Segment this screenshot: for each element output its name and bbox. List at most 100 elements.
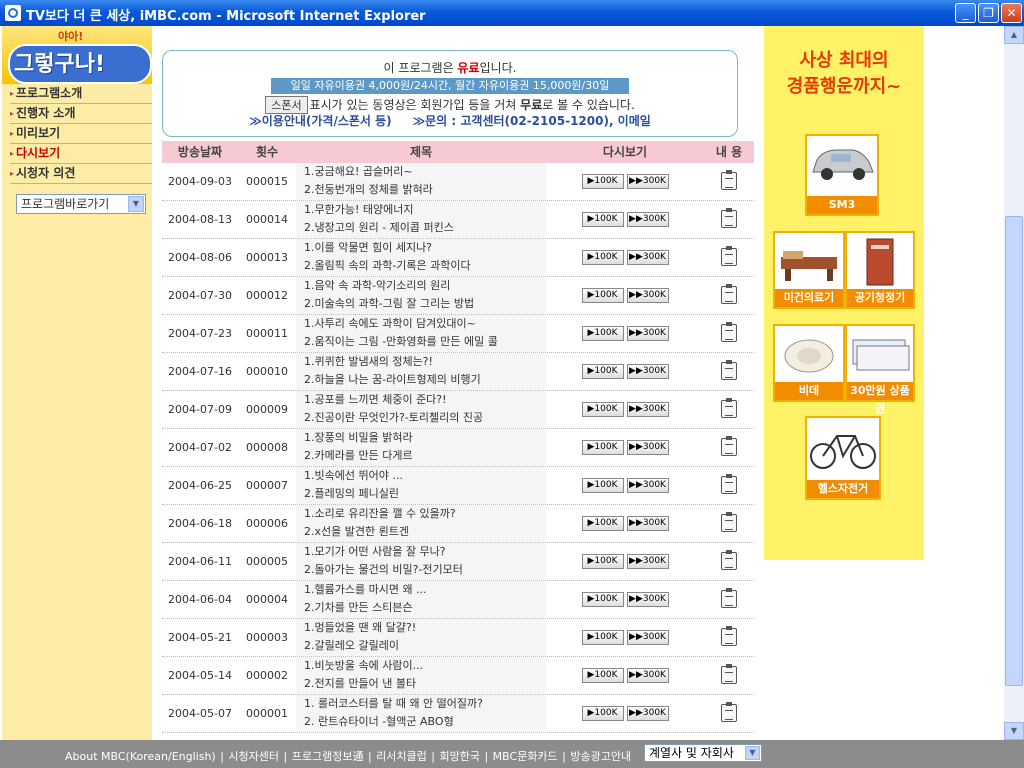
episode-title-1[interactable]: 1.소리로 유리잔을 깰 수 있을까? bbox=[304, 505, 546, 523]
play-300k-button[interactable]: ▶▶300K bbox=[626, 554, 669, 569]
play-300k-button[interactable]: ▶▶300K bbox=[626, 364, 669, 379]
maximize-button[interactable]: ❐ bbox=[978, 3, 999, 23]
clipboard-icon[interactable] bbox=[721, 246, 737, 266]
episode-title-1[interactable]: 1.장풍의 비밀을 밝혀라 bbox=[304, 429, 546, 447]
play-300k-button[interactable]: ▶▶300K bbox=[626, 630, 669, 645]
play-300k-button[interactable]: ▶▶300K bbox=[626, 478, 669, 493]
sidebar-item-replay[interactable]: 다시보기 bbox=[10, 144, 152, 164]
affiliate-select[interactable]: 계열사 및 자회사 ▼ bbox=[644, 744, 762, 762]
episode-title-2[interactable]: 2.움직이는 그림 -만화영화를 만든 에밀 콜 bbox=[304, 333, 546, 351]
episode-title-1[interactable]: 1. 롤러코스터를 탈 때 왜 안 떨어질까? bbox=[304, 695, 546, 713]
scroll-thumb[interactable] bbox=[1005, 216, 1023, 686]
episode-title-1[interactable]: 1.궁금해요! 곱슬머리~ bbox=[304, 163, 546, 181]
play-300k-button[interactable]: ▶▶300K bbox=[626, 402, 669, 417]
scroll-up-icon[interactable]: ▲ bbox=[1004, 26, 1024, 44]
episode-title-2[interactable]: 2.돌아가는 물건의 비밀?-전기모터 bbox=[304, 561, 546, 579]
footer-link-program-info[interactable]: 프로그램정보通 bbox=[292, 750, 364, 763]
episode-title-2[interactable]: 2.기차를 만든 스티븐슨 bbox=[304, 599, 546, 617]
vertical-scrollbar[interactable]: ▲ ▼ bbox=[1004, 26, 1024, 740]
usage-guide-link[interactable]: ≫이용안내(가격/스폰서 등) bbox=[249, 114, 392, 128]
play-100k-button[interactable]: ▶100K bbox=[581, 250, 624, 265]
episode-title-2[interactable]: 2.카메라를 만든 다게르 bbox=[304, 447, 546, 465]
scroll-down-icon[interactable]: ▼ bbox=[1004, 722, 1024, 740]
prize-gift-certificate[interactable]: 30만원 상품권 bbox=[845, 324, 915, 415]
play-100k-button[interactable]: ▶100K bbox=[581, 516, 624, 531]
play-300k-button[interactable]: ▶▶300K bbox=[626, 592, 669, 607]
prize-exercise-bike[interactable]: 헬스자전거 bbox=[805, 416, 881, 500]
play-300k-button[interactable]: ▶▶300K bbox=[626, 668, 669, 683]
episode-title-1[interactable]: 1.공포를 느끼면 체중이 준다?! bbox=[304, 391, 546, 409]
episode-title-1[interactable]: 1.이를 악물면 힘이 세지나? bbox=[304, 239, 546, 257]
episode-title-2[interactable]: 2.갈릴레오 갈릴레이 bbox=[304, 637, 546, 655]
clipboard-icon[interactable] bbox=[721, 284, 737, 304]
episode-title-1[interactable]: 1.모기가 어떤 사람을 잘 무나? bbox=[304, 543, 546, 561]
footer-link-hope-korea[interactable]: 회망한국 bbox=[439, 750, 479, 763]
episode-title-2[interactable]: 2. 란트슈타이너 -혈액군 ABO형 bbox=[304, 713, 546, 731]
play-300k-button[interactable]: ▶▶300K bbox=[626, 706, 669, 721]
play-100k-button[interactable]: ▶100K bbox=[581, 592, 624, 607]
footer-link-research-club[interactable]: 리서치클럽 bbox=[376, 750, 427, 763]
play-100k-button[interactable]: ▶100K bbox=[581, 288, 624, 303]
episode-title-2[interactable]: 2.플레밍의 페니실린 bbox=[304, 485, 546, 503]
episode-title-1[interactable]: 1.멍들었을 땐 왜 달걀?! bbox=[304, 619, 546, 637]
footer-link-viewer-center[interactable]: 시청자센터 bbox=[228, 750, 279, 763]
sidebar-item-host-intro[interactable]: 진행자 소개 bbox=[10, 104, 152, 124]
footer-link-about[interactable]: About MBC(Korean/English) bbox=[65, 750, 216, 763]
play-300k-button[interactable]: ▶▶300K bbox=[626, 440, 669, 455]
play-300k-button[interactable]: ▶▶300K bbox=[626, 212, 669, 227]
clipboard-icon[interactable] bbox=[721, 474, 737, 494]
episode-title-2[interactable]: 2.하늘을 나는 꿈-라이트형제의 비행기 bbox=[304, 371, 546, 389]
episode-title-1[interactable]: 1.사투리 속에도 과학이 담겨있대이~ bbox=[304, 315, 546, 333]
episode-title-1[interactable]: 1.빗속에선 뛰어야 ... bbox=[304, 467, 546, 485]
clipboard-icon[interactable] bbox=[721, 436, 737, 456]
play-100k-button[interactable]: ▶100K bbox=[581, 364, 624, 379]
episode-title-1[interactable]: 1.음악 속 과학-악기소리의 원리 bbox=[304, 277, 546, 295]
prize-air-purifier[interactable]: 공기청정기 bbox=[845, 231, 915, 309]
play-300k-button[interactable]: ▶▶300K bbox=[626, 516, 669, 531]
episode-title-2[interactable]: 2.천둥번개의 정체를 밝혀라 bbox=[304, 181, 546, 199]
clipboard-icon[interactable] bbox=[721, 626, 737, 646]
episode-title-2[interactable]: 2.올림픽 속의 과학-기록은 과학이다 bbox=[304, 257, 546, 275]
play-100k-button[interactable]: ▶100K bbox=[581, 174, 624, 189]
clipboard-icon[interactable] bbox=[721, 702, 737, 722]
program-shortcut-select[interactable]: 프로그램바로가기 ▼ bbox=[16, 194, 146, 214]
play-100k-button[interactable]: ▶100K bbox=[581, 478, 624, 493]
episode-title-2[interactable]: 2.미술속의 과학-그림 잘 그리는 방법 bbox=[304, 295, 546, 313]
episode-title-2[interactable]: 2.전지를 만들어 낸 볼타 bbox=[304, 675, 546, 693]
play-300k-button[interactable]: ▶▶300K bbox=[626, 288, 669, 303]
clipboard-icon[interactable] bbox=[721, 512, 737, 532]
chevron-down-icon[interactable]: ▼ bbox=[128, 196, 144, 212]
play-100k-button[interactable]: ▶100K bbox=[581, 630, 624, 645]
play-100k-button[interactable]: ▶100K bbox=[581, 402, 624, 417]
sidebar-item-viewer-opinion[interactable]: 시청자 의견 bbox=[10, 164, 152, 184]
episode-title-1[interactable]: 1.비눗방울 속에 사람이... bbox=[304, 657, 546, 675]
prize-car[interactable]: SM3 bbox=[805, 134, 879, 216]
close-button[interactable]: ✕ bbox=[1001, 3, 1022, 23]
clipboard-icon[interactable] bbox=[721, 208, 737, 228]
contact-link[interactable]: ≫문의 : 고객센터(02-2105-1200), 이메일 bbox=[413, 114, 651, 128]
prize-bidet[interactable]: 비데 bbox=[773, 324, 845, 402]
episode-title-2[interactable]: 2.진공이란 무엇인가?-토리첼리의 진공 bbox=[304, 409, 546, 427]
minimize-button[interactable]: _ bbox=[955, 3, 976, 23]
event-banner[interactable]: 사상 최대의 경품행운까지~ SM3 미건의료기 공기청정기 비데 30만원 상… bbox=[764, 26, 924, 560]
play-100k-button[interactable]: ▶100K bbox=[581, 554, 624, 569]
play-100k-button[interactable]: ▶100K bbox=[581, 668, 624, 683]
clipboard-icon[interactable] bbox=[721, 588, 737, 608]
footer-link-culture-card[interactable]: MBC문화카드 bbox=[493, 750, 558, 763]
play-100k-button[interactable]: ▶100K bbox=[581, 326, 624, 341]
clipboard-icon[interactable] bbox=[721, 550, 737, 570]
sidebar-item-program-intro[interactable]: 프로그램소개 bbox=[10, 84, 152, 104]
prize-massage-bed[interactable]: 미건의료기 bbox=[773, 231, 845, 309]
clipboard-icon[interactable] bbox=[721, 360, 737, 380]
clipboard-icon[interactable] bbox=[721, 398, 737, 418]
sidebar-item-preview[interactable]: 미리보기 bbox=[10, 124, 152, 144]
footer-link-advertising[interactable]: 방송광고안내 bbox=[570, 750, 631, 763]
program-logo[interactable]: 야아! 그렇구나! bbox=[2, 26, 152, 84]
clipboard-icon[interactable] bbox=[721, 322, 737, 342]
play-100k-button[interactable]: ▶100K bbox=[581, 706, 624, 721]
play-100k-button[interactable]: ▶100K bbox=[581, 440, 624, 455]
play-100k-button[interactable]: ▶100K bbox=[581, 212, 624, 227]
episode-title-1[interactable]: 1.퀴퀴한 발냄새의 정체는?! bbox=[304, 353, 546, 371]
play-300k-button[interactable]: ▶▶300K bbox=[626, 326, 669, 341]
play-300k-button[interactable]: ▶▶300K bbox=[626, 250, 669, 265]
